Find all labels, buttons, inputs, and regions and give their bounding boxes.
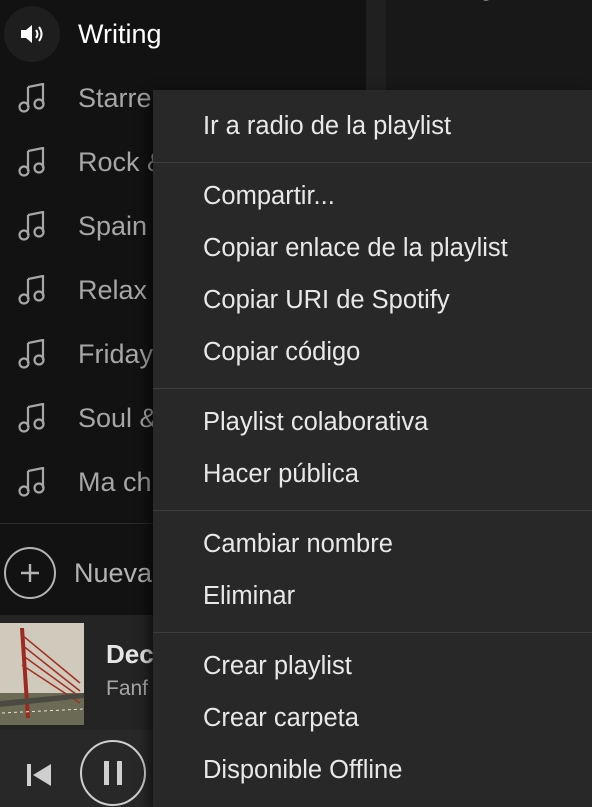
sidebar-item-label: Friday [78, 338, 154, 369]
menu-item-available-offline[interactable]: Disponible Offline [153, 746, 592, 794]
menu-divider [153, 510, 592, 511]
music-note-icon [4, 262, 60, 318]
sidebar-item-label: Relax [78, 274, 148, 305]
plus-icon [4, 547, 56, 599]
new-playlist-label: Nueva [74, 557, 153, 588]
music-note-icon [4, 70, 60, 126]
music-note-icon [4, 390, 60, 446]
music-note-icon [4, 198, 60, 254]
track-title[interactable]: Dec [106, 639, 154, 670]
context-menu: Ir a radio de la playlist Compartir... C… [153, 90, 592, 807]
partial-icon [483, 0, 489, 1]
sidebar-item-label: Spain [78, 210, 148, 241]
album-cover[interactable] [0, 623, 84, 725]
menu-item-playlist-radio[interactable]: Ir a radio de la playlist [153, 102, 592, 150]
skip-back-icon [27, 764, 51, 786]
menu-item-make-public[interactable]: Hacer pública [153, 450, 592, 498]
music-note-icon [4, 454, 60, 510]
sidebar-item-label: Starre [78, 82, 152, 113]
sidebar-item-label: Rock & [78, 146, 166, 177]
sidebar-item-label: Ma ch [78, 466, 152, 497]
menu-item-rename[interactable]: Cambiar nombre [153, 520, 592, 568]
sidebar-item-label: Writing [78, 18, 162, 49]
spotify-window: Writing Starre Rock & Spain Relax Friday… [0, 0, 592, 807]
menu-item-share[interactable]: Compartir... [153, 172, 592, 220]
menu-item-collaborative[interactable]: Playlist colaborativa [153, 398, 592, 446]
menu-divider [153, 632, 592, 633]
menu-divider [153, 388, 592, 389]
previous-track-button[interactable] [24, 760, 54, 790]
menu-item-copy-link[interactable]: Copiar enlace de la playlist [153, 224, 592, 272]
music-note-icon [4, 134, 60, 190]
sidebar-item-writing[interactable]: Writing [0, 2, 366, 66]
menu-item-create-playlist[interactable]: Crear playlist [153, 642, 592, 690]
menu-divider [153, 162, 592, 163]
pause-icon [104, 761, 122, 785]
speaker-icon[interactable] [4, 6, 60, 62]
menu-item-copy-code[interactable]: Copiar código [153, 328, 592, 376]
pause-button[interactable] [80, 740, 146, 806]
track-artist[interactable]: Fanf [106, 677, 148, 701]
menu-item-create-folder[interactable]: Crear carpeta [153, 694, 592, 742]
menu-item-delete[interactable]: Eliminar [153, 572, 592, 620]
sidebar-item-label: Soul & [78, 402, 158, 433]
menu-item-copy-uri[interactable]: Copiar URI de Spotify [153, 276, 592, 324]
music-note-icon [4, 326, 60, 382]
